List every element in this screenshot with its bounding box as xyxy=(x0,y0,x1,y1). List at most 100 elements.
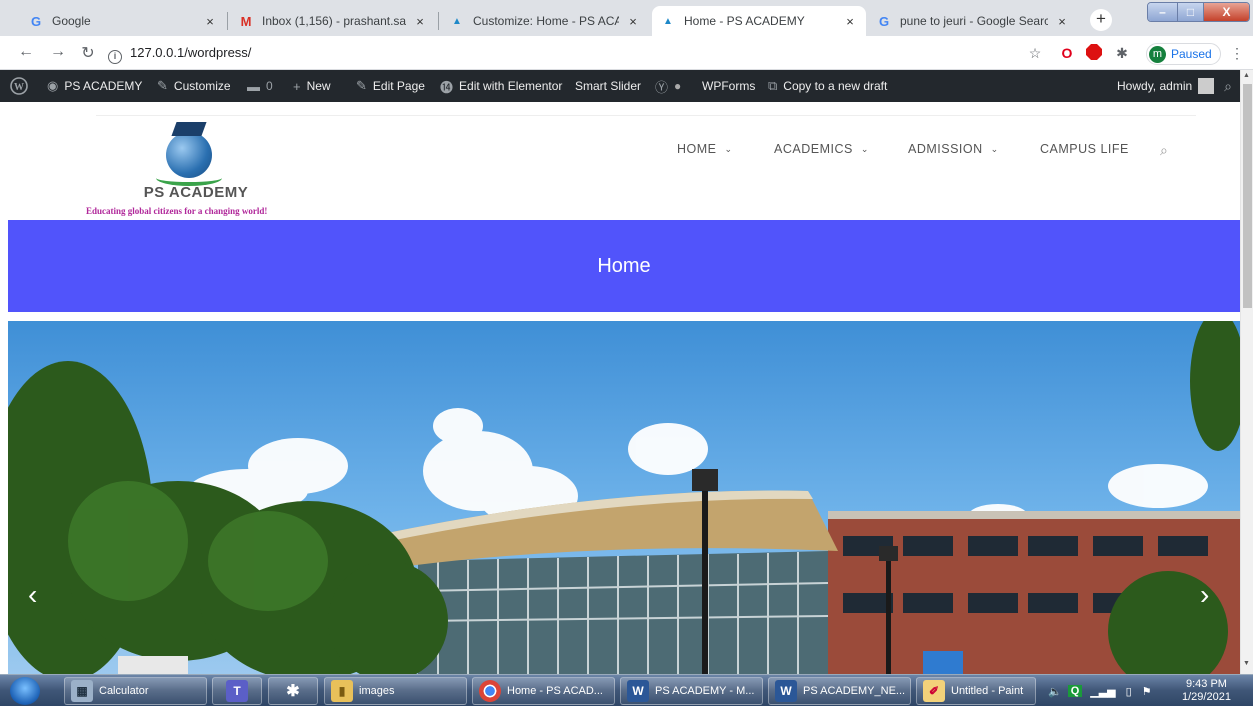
wp-account[interactable]: Howdy, admin ⌕ xyxy=(1117,70,1232,102)
google-favicon-icon: G xyxy=(878,13,890,29)
wp-comments[interactable]: ▬ 0 xyxy=(247,70,273,102)
search-icon[interactable]: ⌕ xyxy=(1224,78,1232,95)
wp-site-name[interactable]: ◉ PS ACADEMY xyxy=(47,70,142,102)
gmail-favicon-icon: M xyxy=(240,13,252,29)
site-info-icon[interactable]: i xyxy=(108,50,122,64)
volume-icon[interactable]: 🔈 xyxy=(1048,685,1062,698)
chevron-down-icon: ⌄ xyxy=(724,143,733,154)
wp-wpforms[interactable]: WPForms xyxy=(702,70,755,102)
tab-title: pune to jeuri - Google Search xyxy=(900,14,1048,28)
google-favicon-icon: G xyxy=(30,13,42,29)
taskbar-item-word-2[interactable]: W PS ACADEMY_NE... xyxy=(768,677,911,705)
nav-admission[interactable]: ADMISSION ⌄ xyxy=(908,142,999,156)
taskbar-item-paint[interactable]: ✐ Untitled - Paint xyxy=(916,677,1036,705)
action-center-flag-icon[interactable]: ⚑ xyxy=(1142,685,1152,698)
browser-menu-icon[interactable]: ⋮ xyxy=(1228,44,1246,62)
signal-icon[interactable]: ▁▃▅ xyxy=(1090,685,1115,698)
opera-extension-icon[interactable]: O xyxy=(1058,44,1076,62)
wp-new[interactable]: + New xyxy=(293,70,331,102)
yoast-icon: Ⓨ xyxy=(655,79,669,95)
scroll-up-arrow-icon[interactable]: ▲ xyxy=(1243,72,1250,79)
folder-icon: ▮ xyxy=(331,680,353,702)
taskbar-item-chrome[interactable]: Home - PS ACAD... xyxy=(472,677,615,705)
wp-smart-slider[interactable]: Smart Slider xyxy=(575,70,641,102)
tab-home-active[interactable]: ▲ Home - PS ACADEMY × xyxy=(652,6,866,36)
page-title: Home xyxy=(597,254,651,277)
header-top-divider xyxy=(96,115,1196,116)
campus-photo xyxy=(8,321,1240,674)
tab-title: Inbox (1,156) - prashant.sadaph xyxy=(262,14,406,28)
elementor-icon: ⓮ xyxy=(440,79,454,95)
battery-icon[interactable]: ▯ xyxy=(1126,685,1132,698)
word-icon: W xyxy=(627,680,649,702)
taskbar-item-images[interactable]: ▮ images xyxy=(324,677,467,705)
url-text: 127.0.0.1/wordpress/ xyxy=(130,45,252,60)
new-tab-button[interactable]: + xyxy=(1090,9,1112,31)
wordpress-logo-icon[interactable]: W xyxy=(10,70,28,102)
url-field[interactable]: i 127.0.0.1/wordpress/ xyxy=(108,45,251,64)
plus-icon: + xyxy=(293,78,301,94)
site-logo[interactable]: PS ACADEMY Educating global citizens for… xyxy=(86,118,306,218)
wp-copy-draft[interactable]: ⧉ Copy to a new draft xyxy=(768,70,887,102)
tab-customize[interactable]: ▲ Customize: Home - PS ACADEM × xyxy=(441,6,649,36)
wp-customize[interactable]: ✎ Customize xyxy=(157,70,231,102)
tab-close-icon[interactable]: × xyxy=(625,14,641,29)
tab-close-icon[interactable]: × xyxy=(202,14,218,29)
taskbar-item-word-1[interactable]: W PS ACADEMY - M... xyxy=(620,677,763,705)
window-controls: – □ X xyxy=(1147,2,1250,22)
wp-edit-page[interactable]: ✎ Edit Page xyxy=(356,70,425,102)
howdy-label: Howdy, admin xyxy=(1117,79,1193,93)
graduation-cap-icon xyxy=(171,122,207,136)
quick-heal-icon[interactable]: Q xyxy=(1067,685,1083,697)
bookmark-star-icon[interactable]: ☆ xyxy=(1026,44,1044,62)
wp-elementor[interactable]: ⓮ Edit with Elementor xyxy=(440,70,562,102)
extensions-puzzle-icon[interactable]: ✱ xyxy=(1113,44,1131,62)
nav-home[interactable]: HOME ⌄ xyxy=(677,142,733,156)
tab-gmail[interactable]: M Inbox (1,156) - prashant.sadaph × xyxy=(230,6,436,36)
browser-tab-strip: G Google × M Inbox (1,156) - prashant.sa… xyxy=(0,0,1253,36)
reload-icon[interactable]: ↻ xyxy=(78,43,98,63)
taskbar-item-calculator[interactable]: ▦ Calculator xyxy=(64,677,207,705)
word-icon: W xyxy=(775,680,797,702)
minimize-button[interactable]: – xyxy=(1148,3,1177,21)
taskbar-item-teams[interactable]: T xyxy=(212,677,262,705)
slider-next-arrow-icon[interactable]: › xyxy=(1200,579,1209,611)
slider-prev-arrow-icon[interactable]: ‹ xyxy=(28,579,37,611)
calculator-icon: ▦ xyxy=(71,680,93,702)
clock-date: 1/29/2021 xyxy=(1182,691,1231,703)
tab-close-icon[interactable]: × xyxy=(842,14,858,29)
site-tagline: Educating global citizens for a changing… xyxy=(86,206,268,216)
scrollbar-thumb[interactable] xyxy=(1243,84,1252,308)
hero-slider[interactable]: ‹ › xyxy=(8,321,1240,674)
header-search-icon[interactable]: ⌕ xyxy=(1160,142,1168,159)
tab-google-search[interactable]: G pune to jeuri - Google Search × xyxy=(868,6,1078,36)
forward-icon[interactable]: → xyxy=(48,43,68,61)
profile-avatar: m xyxy=(1149,45,1166,63)
close-window-button[interactable]: X xyxy=(1203,3,1249,21)
tab-google[interactable]: G Google × xyxy=(20,6,226,36)
paint-icon: ✐ xyxy=(923,680,945,702)
nav-campus-life[interactable]: CAMPUS LIFE xyxy=(1040,142,1129,156)
wp-yoast[interactable]: Ⓨ ● xyxy=(655,70,681,102)
tab-close-icon[interactable]: × xyxy=(1054,14,1070,29)
maximize-button[interactable]: □ xyxy=(1177,3,1203,21)
adblock-extension-icon[interactable] xyxy=(1085,44,1103,62)
tab-separator xyxy=(438,12,439,30)
wp-admin-bar: W ◉ PS ACADEMY ✎ Customize ▬ 0 + New ✎ Edit P… xyxy=(0,70,1240,102)
pencil-icon: ✎ xyxy=(356,78,367,93)
page-scrollbar[interactable]: ▲ ▼ xyxy=(1240,70,1253,674)
scroll-down-arrow-icon[interactable]: ▼ xyxy=(1243,660,1250,667)
taskbar-item-bluetooth[interactable]: ✱ xyxy=(268,677,318,705)
profile-button[interactable]: m Paused xyxy=(1146,43,1221,65)
taskbar-clock[interactable]: 9:43 PM 1/29/2021 xyxy=(1182,678,1231,704)
teams-icon: T xyxy=(226,680,248,702)
dashboard-icon: ◉ xyxy=(47,78,59,93)
address-bar: ← → ↻ i 127.0.0.1/wordpress/ ☆ O ✱ m Paus… xyxy=(0,36,1253,70)
tab-close-icon[interactable]: × xyxy=(412,14,428,29)
back-icon[interactable]: ← xyxy=(16,43,36,61)
start-button[interactable] xyxy=(10,677,40,705)
system-tray: 🔈 Q ▁▃▅ ▯ ⚑ xyxy=(1040,677,1152,705)
tab-title: Home - PS ACADEMY xyxy=(684,14,805,28)
nav-academics[interactable]: ACADEMICS ⌄ xyxy=(774,142,869,156)
site-header: PS ACADEMY Educating global citizens for… xyxy=(0,102,1240,220)
